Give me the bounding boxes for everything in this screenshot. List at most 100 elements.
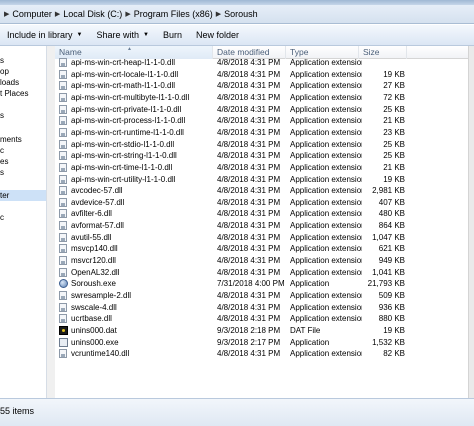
icon-glyph <box>59 174 67 184</box>
icon-glyph <box>59 325 68 335</box>
file-row[interactable]: avdevice-57.dll 4/8/2018 4:31 PM Applicati… <box>55 197 468 208</box>
file-date: 4/8/2018 4:31 PM <box>217 221 281 231</box>
file-name: unins000.dat <box>71 325 117 335</box>
breadcrumb-soroush[interactable]: Soroush <box>224 9 258 19</box>
file-type: Application extension <box>290 81 362 91</box>
file-type: Application <box>290 337 330 347</box>
file-row[interactable]: api-ms-win-crt-locale-l1-1-0.dll 4/8/2018… <box>55 69 468 80</box>
nav-item-recent-places[interactable]: t Places <box>0 88 46 99</box>
burn-button[interactable]: Burn <box>156 30 189 40</box>
file-name: msvcp140.dll <box>71 244 118 254</box>
nav-item-music[interactable]: c <box>0 145 46 156</box>
file-row[interactable]: api-ms-win-crt-stdio-l1-1-0.dll 4/8/2018 … <box>55 139 468 150</box>
file-type: Application extension <box>290 116 362 126</box>
chevron-right-icon[interactable]: ▶ <box>125 10 130 18</box>
file-type: Application extension <box>290 69 362 79</box>
file-size: 949 KB <box>378 256 405 266</box>
file-row[interactable]: msvcr120.dll 4/8/2018 4:31 PM Application … <box>55 255 468 266</box>
file-row[interactable]: unins000.dat 9/3/2018 2:18 PM DAT File 19 K… <box>55 325 468 336</box>
file-name: api-ms-win-crt-stdio-l1-1-0.dll <box>71 139 175 149</box>
file-type: Application extension <box>290 92 362 102</box>
file-row[interactable]: api-ms-win-crt-time-l1-1-0.dll 4/8/2018 4… <box>55 162 468 173</box>
dll-file-icon <box>59 302 68 312</box>
file-row[interactable]: api-ms-win-crt-math-l1-1-0.dll 4/8/2018 4… <box>55 80 468 91</box>
file-row[interactable]: api-ms-win-crt-utility-l1-1-0.dll 4/8/201… <box>55 174 468 185</box>
include-in-library-label: Include in library <box>7 30 73 40</box>
chevron-right-icon[interactable]: ▶ <box>55 10 60 18</box>
burn-label: Burn <box>162 30 182 40</box>
dll-file-icon <box>59 314 68 324</box>
dll-file-icon <box>59 81 68 91</box>
dll-file-icon <box>59 267 68 277</box>
file-name: api-ms-win-crt-process-l1-1-0.dll <box>71 116 186 126</box>
nav-item-downloads[interactable]: loads <box>0 77 46 88</box>
nav-item-favorites[interactable]: s <box>0 55 46 66</box>
file-date: 4/8/2018 4:31 PM <box>217 314 281 324</box>
file-row[interactable]: msvcp140.dll 4/8/2018 4:31 PM Application … <box>55 243 468 254</box>
file-row[interactable]: unins000.exe 9/3/2018 2:17 PM Application 1… <box>55 337 468 348</box>
file-row[interactable]: Soroush.exe 7/31/2018 4:00 PM Application 2… <box>55 278 468 289</box>
nav-item-pictures[interactable]: es <box>0 156 46 167</box>
dll-file-icon <box>59 151 68 161</box>
file-name: msvcr120.dll <box>71 256 116 266</box>
address-bar[interactable]: ▶ Computer ▶ Local Disk (C:) ▶ Program F… <box>0 5 474 24</box>
installer-icon <box>59 337 68 347</box>
chevron-right-icon[interactable]: ▶ <box>4 10 9 18</box>
file-size: 27 KB <box>383 81 405 91</box>
nav-item-documents[interactable]: ments <box>0 134 46 145</box>
new-folder-button[interactable]: New folder <box>189 30 246 40</box>
file-row[interactable]: api-ms-win-crt-runtime-l1-1-0.dll 4/8/201… <box>55 127 468 138</box>
nav-item-videos[interactable]: s <box>0 167 46 178</box>
icon-glyph <box>59 291 67 300</box>
file-row[interactable]: api-ms-win-crt-multibyte-l1-1-0.dll 4/8/2… <box>55 92 468 103</box>
file-row[interactable]: api-ms-win-crt-heap-l1-1-0.dll 4/8/2018 4… <box>55 57 468 68</box>
file-size: 82 KB <box>383 349 405 359</box>
file-row[interactable]: avutil-55.dll 4/8/2018 4:31 PM Application… <box>55 232 468 243</box>
nav-item-network[interactable]: c <box>0 212 46 223</box>
file-type: Application extension <box>290 302 362 312</box>
file-name: ucrtbase.dll <box>71 314 112 324</box>
file-name: api-ms-win-crt-math-l1-1-0.dll <box>71 81 176 91</box>
breadcrumb-local-disk[interactable]: Local Disk (C:) <box>63 9 122 19</box>
file-row[interactable]: avformat-57.dll 4/8/2018 4:31 PM Applicati… <box>55 220 468 231</box>
nav-item-desktop[interactable]: op <box>0 66 46 77</box>
file-row[interactable]: api-ms-win-crt-process-l1-1-0.dll 4/8/201… <box>55 115 468 126</box>
file-size: 72 KB <box>383 92 405 102</box>
file-list[interactable]: ▲ Name Date modified Type Size api-ms-wi… <box>55 46 468 398</box>
nav-item-computer[interactable]: ter <box>0 190 46 201</box>
share-with-button[interactable]: Share with ▼ <box>89 30 155 40</box>
dll-file-icon <box>59 58 68 67</box>
file-row[interactable]: api-ms-win-crt-string-l1-1-0.dll 4/8/2018… <box>55 150 468 161</box>
file-size: 864 KB <box>378 221 405 231</box>
dll-file-icon <box>59 221 68 231</box>
file-size: 21,793 KB <box>367 279 405 289</box>
icon-glyph <box>59 302 67 312</box>
file-name: avutil-55.dll <box>71 232 112 242</box>
chevron-right-icon[interactable]: ▶ <box>216 10 221 18</box>
file-row[interactable]: ucrtbase.dll 4/8/2018 4:31 PM Application … <box>55 313 468 324</box>
breadcrumb-program-files[interactable]: Program Files (x86) <box>134 9 213 19</box>
file-row[interactable]: api-ms-win-crt-private-l1-1-0.dll 4/8/201… <box>55 104 468 115</box>
file-date: 4/8/2018 4:31 PM <box>217 291 281 300</box>
breadcrumb-computer[interactable]: Computer <box>12 9 52 19</box>
file-row[interactable]: swresample-2.dll 4/8/2018 4:31 PM Applicat… <box>55 290 468 301</box>
nav-item-libraries[interactable]: s <box>0 110 46 121</box>
file-date: 4/8/2018 4:31 PM <box>217 256 281 266</box>
icon-glyph <box>59 221 67 231</box>
nav-pane-splitter[interactable] <box>47 46 55 398</box>
icon-glyph <box>59 197 67 207</box>
file-row[interactable]: swscale-4.dll 4/8/2018 4:31 PM Application… <box>55 302 468 313</box>
file-type: Application extension <box>290 162 362 172</box>
include-in-library-button[interactable]: Include in library ▼ <box>0 30 89 40</box>
navigation-pane[interactable]: s op loads t Places s ments c es s ter c <box>0 46 47 398</box>
vertical-scrollbar[interactable] <box>468 46 474 398</box>
file-row[interactable]: avcodec-57.dll 4/8/2018 4:31 PM Applicatio… <box>55 185 468 196</box>
file-row[interactable]: OpenAL32.dll 4/8/2018 4:31 PM Application … <box>55 267 468 278</box>
file-type: Application <box>290 279 330 289</box>
dll-file-icon <box>59 104 68 114</box>
file-date: 4/8/2018 4:31 PM <box>217 349 281 359</box>
file-size: 2,981 KB <box>372 186 405 196</box>
file-row[interactable]: vcruntime140.dll 4/8/2018 4:31 PM Applicat… <box>55 348 468 359</box>
file-row[interactable]: avfilter-6.dll 4/8/2018 4:31 PM Applicatio… <box>55 208 468 219</box>
file-type: Application extension <box>290 221 362 231</box>
